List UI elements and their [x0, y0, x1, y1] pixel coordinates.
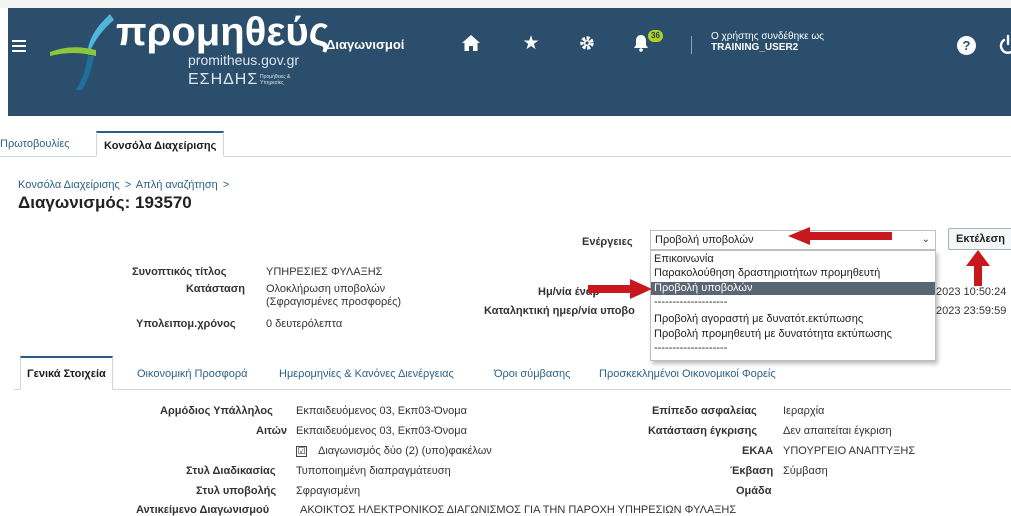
- tab-initiatives[interactable]: Πρωτοβουλίες: [0, 131, 70, 157]
- home-icon[interactable]: [460, 32, 482, 54]
- approval-status-label: Κατάσταση έγκρισης: [648, 425, 758, 437]
- procedure-style-label: Στυλ Διαδικασίας: [186, 465, 276, 477]
- security-level-label: Επίπεδο ασφαλείας: [652, 405, 757, 417]
- two-envelopes-label: Διαγωνισμός δύο (2) (υπο)φακέλων: [318, 445, 492, 457]
- start-date-value: 2023 10:50:24: [936, 286, 1007, 298]
- close-date-label: Καταληκτική ημερ/νία υποβο: [484, 305, 635, 317]
- option-separator: --------------------: [654, 342, 728, 354]
- tab-general-info[interactable]: Γενικά Στοιχεία: [20, 356, 113, 390]
- requester-value: Εκπαιδευόμενος 03, Εκπ03-Όνομα: [296, 425, 467, 437]
- help-icon[interactable]: ?: [957, 36, 976, 55]
- option-separator: --------------------: [654, 296, 728, 308]
- remaining-time-value: 0 δευτερόλεπτα: [266, 318, 343, 330]
- settings-gear-icon[interactable]: [576, 32, 598, 54]
- officer-value: Εκπαιδευόμενος 03, Εκπ03-Όνομα: [296, 405, 467, 417]
- outcome-label: Έκβαση: [730, 465, 774, 477]
- notification-count-badge: 36: [648, 30, 663, 42]
- breadcrumb-separator: >: [222, 179, 230, 191]
- app-title[interactable]: Διαγωνισμοί: [326, 37, 404, 52]
- tab-admin-console[interactable]: Κονσόλα Διαχείρισης: [96, 131, 225, 157]
- option-track-supplier-activity[interactable]: Παρακολούθηση δραστηριοτήτων προμηθευτή: [651, 267, 935, 280]
- remaining-time-label: Υπολειπομ.χρόνος: [136, 318, 236, 330]
- breadcrumb-separator: >: [124, 179, 132, 191]
- chevron-down-icon: ⌄: [921, 234, 930, 245]
- actions-label: Ενέργειες: [582, 236, 633, 248]
- app-header: προμηθεύς promitheus.gov.gr ΕΣΗΔΗΣ Προμή…: [8, 8, 1011, 116]
- requester-label: Αιτών: [256, 425, 288, 437]
- breadcrumb-simple-search[interactable]: Απλή αναζήτηση: [136, 179, 218, 191]
- breadcrumb-admin-console[interactable]: Κονσόλα Διαχείρισης: [18, 179, 120, 191]
- tab-invited-suppliers[interactable]: Προσκεκλημένοι Οικονομικοί Φορείς: [599, 368, 776, 380]
- status-label: Κατάσταση: [186, 283, 245, 295]
- logout-power-icon[interactable]: [997, 34, 1011, 56]
- favorites-star-icon[interactable]: ★: [520, 32, 542, 54]
- short-title-label: Συνοπτικός τίτλος: [132, 266, 227, 278]
- two-envelopes-checkbox[interactable]: ☑: [296, 446, 307, 457]
- subject-value: ΑΚΟΙΚΤΟΣ ΗΛΕΚΤΡΟΝΙΚΟΣ ΔΙΑΓΩΝΙΣΜΟΣ ΓΙΑ ΤΗ…: [300, 504, 737, 516]
- short-title-value: ΥΠΗΡΕΣΙΕΣ ΦΥΛΑΞΗΣ: [266, 266, 383, 278]
- option-communication[interactable]: Επικοινωνία: [651, 253, 935, 266]
- option-view-submissions[interactable]: Προβολή υποβολών: [651, 282, 935, 295]
- page: προμηθεύς promitheus.gov.gr ΕΣΗΔΗΣ Προμή…: [0, 0, 1011, 516]
- ekaa-label: ΕΚΑΑ: [742, 445, 774, 457]
- submission-style-value: Σφραγισμένη: [296, 485, 361, 497]
- tab-dates-rules[interactable]: Ημερομηνίες & Κανόνες Διενέργειας: [279, 368, 454, 380]
- logged-in-user: TRAINING_USER2: [711, 42, 799, 53]
- annotation-arrow-right-icon: [588, 279, 652, 299]
- logo-text: προμηθεύς: [116, 10, 330, 54]
- logo-swoosh-icon: [50, 14, 114, 90]
- execute-button[interactable]: Εκτέλεση: [948, 228, 1011, 250]
- content-tabs-divider: [14, 389, 1011, 390]
- top-edge: [0, 0, 1011, 8]
- outcome-value: Σύμβαση: [783, 465, 828, 477]
- actions-selected-value: Προβολή υποβολών: [655, 234, 754, 246]
- option-view-buyer-printable[interactable]: Προβολή αγοραστή με δυνατότ.εκτύπωσης: [651, 313, 935, 326]
- tab-contract-terms[interactable]: Όροι σύμβασης: [494, 368, 570, 380]
- option-view-supplier-printable[interactable]: Προβολή προμηθευτή με δυνατότητα εκτύπωσ…: [651, 328, 935, 341]
- ekaa-value: ΥΠΟΥΡΓΕΙΟ ΑΝΑΠΤΥΞΗΣ: [783, 445, 916, 457]
- logo-domain: promitheus.gov.gr: [188, 52, 300, 68]
- menu-icon[interactable]: [12, 40, 26, 52]
- annotation-arrow-left-icon: [788, 227, 892, 245]
- group-label: Ομάδα: [736, 485, 772, 497]
- tab-financial-offer[interactable]: Οικονομική Προσφορά: [137, 368, 248, 380]
- close-date-value: 2023 23:59:59: [936, 305, 1007, 317]
- annotation-arrow-up-icon: [966, 250, 990, 286]
- officer-label: Αρμόδιος Υπάλληλος: [160, 405, 273, 417]
- actions-dropdown-list: Επικοινωνία Παρακολούθηση δραστηριοτήτων…: [650, 250, 936, 361]
- submission-style-label: Στυλ υποβολής: [196, 485, 277, 497]
- header-divider: [691, 36, 692, 54]
- subject-label: Αντικείμενο Διαγωνισμού: [136, 504, 270, 516]
- status-value-line2: (Σφραγισμένες προσφορές): [266, 296, 402, 308]
- approval-status-value: Δεν απαιτείται έγκριση: [783, 425, 892, 437]
- status-value-line1: Ολοκλήρωση υποβολών: [266, 283, 386, 295]
- breadcrumb: Κονσόλα Διαχείρισης > Απλή αναζήτηση >: [18, 179, 231, 191]
- page-title: Διαγωνισμός: 193570: [18, 193, 192, 212]
- logo-org: ΕΣΗΔΗΣ: [188, 71, 259, 88]
- security-level-value: Ιεραρχία: [783, 405, 825, 417]
- logo-org-sub: Προμήθειες & Υπηρεσίες: [260, 74, 291, 86]
- procedure-style-value: Τυποποιημένη διαπραγμάτευση: [296, 465, 451, 477]
